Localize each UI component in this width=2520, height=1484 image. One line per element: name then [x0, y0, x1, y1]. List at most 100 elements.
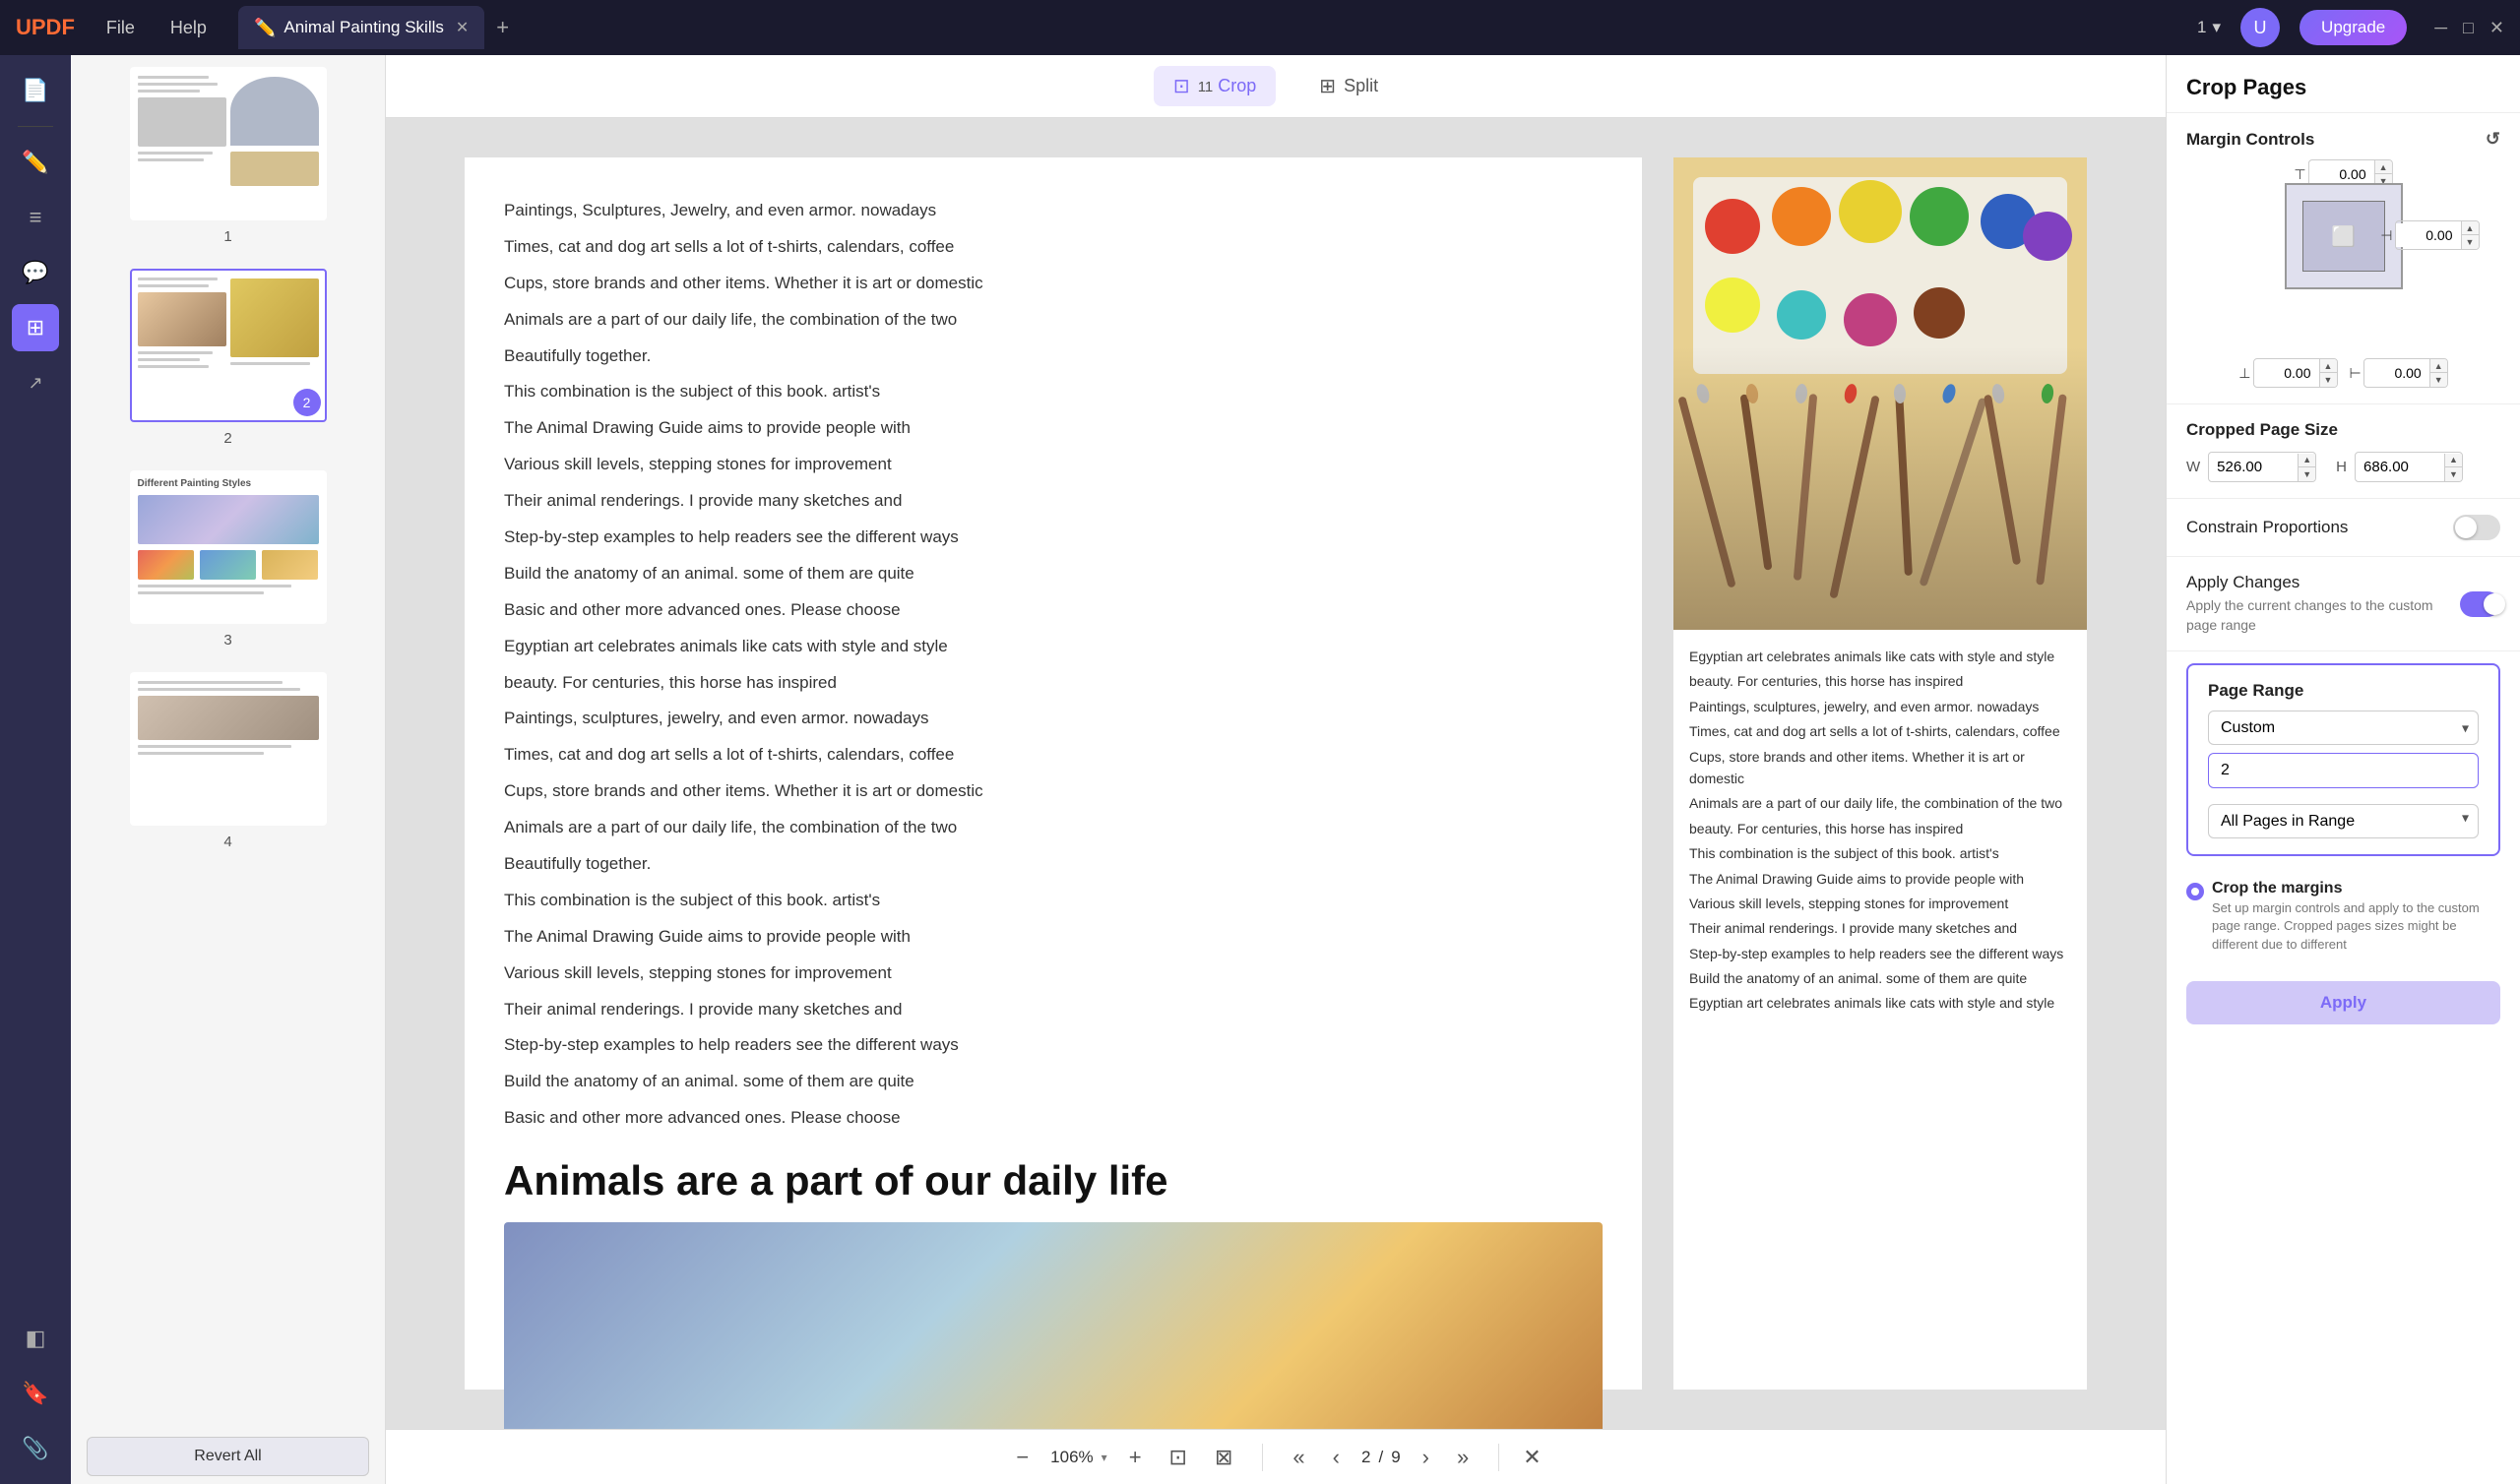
crop-margins-radio[interactable]: Crop the margins Set up margin controls … — [2186, 880, 2500, 954]
right-margin-up[interactable]: ▲ — [2461, 221, 2479, 235]
export-tool-icon[interactable]: ↗ — [12, 359, 59, 406]
apply-changes-section: Apply Changes Apply the current changes … — [2167, 557, 2520, 651]
prev-page-button[interactable]: ‹ — [1327, 1439, 1346, 1476]
doc-text-line: beauty. For centuries, this horse has in… — [504, 669, 1603, 698]
zoom-out-button[interactable]: − — [1010, 1439, 1035, 1476]
right-text-line: Build the anatomy of an animal. some of … — [1689, 967, 2071, 989]
left-margin-spinners: ▲ ▼ — [2429, 359, 2447, 387]
split-icon: ⊞ — [1319, 74, 1336, 98]
apply-changes-text: Apply Changes Apply the current changes … — [2186, 573, 2460, 635]
comment-tool-icon[interactable]: 💬 — [12, 249, 59, 296]
radio-dot-inner — [2191, 888, 2199, 896]
page-icon: ⬜ — [2303, 202, 2384, 271]
crop-tool-button[interactable]: ⊡ 11 Crop — [1154, 66, 1276, 106]
organize-tool-icon[interactable]: ⊞ — [12, 304, 59, 351]
apply-button[interactable]: Apply — [2186, 981, 2500, 1024]
right-text-line: Cups, store brands and other items. Whet… — [1689, 746, 2071, 790]
minimize-button[interactable]: ─ — [2434, 18, 2447, 38]
bottom-margin-input[interactable] — [2254, 361, 2317, 385]
thumbnail-panel: 1 — [71, 55, 386, 1484]
constrain-toggle[interactable] — [2453, 515, 2500, 540]
doc-text-line: Beautifully together. — [504, 342, 1603, 371]
doc-text-line: Various skill levels, stepping stones fo… — [504, 451, 1603, 479]
apply-changes-row: Apply Changes Apply the current changes … — [2186, 573, 2500, 635]
tab-close-icon[interactable]: ✕ — [456, 18, 469, 37]
close-toolbar-button[interactable]: ✕ — [1523, 1445, 1541, 1470]
page-range-select[interactable]: Custom All Pages Odd Pages Even Pages — [2208, 711, 2479, 745]
revert-all-button[interactable]: Revert All — [87, 1437, 369, 1476]
crop-margins-label: Crop the margins — [2212, 880, 2500, 897]
doc-text-line: This combination is the subject of this … — [504, 378, 1603, 406]
page-range-section: Page Range Custom All Pages Odd Pages Ev… — [2186, 663, 2500, 856]
width-input[interactable] — [2209, 453, 2298, 481]
thumbnail-4[interactable]: 4 — [71, 660, 385, 862]
last-page-button[interactable]: » — [1451, 1439, 1475, 1476]
page-range-label: Page Range — [2208, 681, 2479, 701]
maximize-button[interactable]: □ — [2463, 18, 2474, 38]
thumbnail-1[interactable]: 1 — [71, 55, 385, 257]
close-window-button[interactable]: ✕ — [2489, 18, 2504, 38]
reset-margins-button[interactable]: ↺ — [2486, 129, 2500, 150]
doc-heading: Animals are a part of our daily life — [504, 1156, 1603, 1206]
edit-tool-icon[interactable]: ≡ — [12, 194, 59, 241]
active-tab[interactable]: ✏️ Animal Painting Skills ✕ — [238, 6, 484, 49]
doc-text-line: Their animal renderings. I provide many … — [504, 487, 1603, 516]
left-margin-up[interactable]: ▲ — [2429, 359, 2447, 373]
zoom-dropdown-arrow[interactable]: ▾ — [1102, 1451, 1107, 1464]
next-page-button[interactable]: › — [1417, 1439, 1435, 1476]
right-text-line: Their animal renderings. I provide many … — [1689, 917, 2071, 939]
page-indicator: 2 / 9 — [1361, 1448, 1401, 1467]
highlight-tool-icon[interactable]: ✏️ — [12, 139, 59, 186]
tab-edit-icon: ✏️ — [254, 18, 276, 38]
page-range-input[interactable] — [2208, 753, 2479, 788]
width-down[interactable]: ▼ — [2298, 467, 2315, 481]
thumb-content-3: Different Painting Styles — [132, 472, 325, 622]
page-nav-arrow[interactable]: ▾ — [2213, 18, 2222, 37]
top-margin-up[interactable]: ▲ — [2374, 160, 2392, 174]
layers-tool-icon[interactable]: ◧ — [12, 1315, 59, 1362]
bottom-margin-icon: ⊥ — [2238, 365, 2250, 382]
bottom-margin-down[interactable]: ▼ — [2319, 373, 2337, 387]
width-up[interactable]: ▲ — [2298, 454, 2315, 467]
right-margin-spinners: ▲ ▼ — [2461, 221, 2479, 249]
bottom-navigation: − 106% ▾ + ⊡ ⊠ « ‹ 2 / 9 › » ✕ — [386, 1429, 2166, 1484]
fit-width-button[interactable]: ⊡ — [1164, 1439, 1193, 1476]
thumb-content-4 — [132, 674, 325, 824]
left-margin-input-group: ▲ ▼ — [2363, 358, 2448, 388]
file-menu[interactable]: File — [94, 14, 147, 42]
right-margin-down[interactable]: ▼ — [2461, 235, 2479, 249]
attachment-tool-icon[interactable]: 📎 — [12, 1425, 59, 1472]
width-spinners: ▲ ▼ — [2298, 454, 2315, 481]
document-tool-icon[interactable]: 📄 — [12, 67, 59, 114]
doc-text-lines: Paintings, Sculptures, Jewelry, and even… — [504, 197, 1603, 1133]
thumb-label-1: 1 — [223, 228, 231, 245]
new-tab-button[interactable]: + — [496, 15, 509, 40]
all-pages-in-range-select[interactable]: All Pages in Range Odd Pages in Range Ev… — [2208, 804, 2479, 838]
split-tool-button[interactable]: ⊞ Split — [1299, 66, 1398, 106]
fit-page-button[interactable]: ⊠ — [1209, 1439, 1238, 1476]
bottom-margin-up[interactable]: ▲ — [2319, 359, 2337, 373]
doc-text-line: Basic and other more advanced ones. Plea… — [504, 596, 1603, 625]
apply-changes-toggle[interactable] — [2460, 591, 2500, 617]
thumbnail-3[interactable]: Different Painting Styles 3 — [71, 459, 385, 660]
doc-text-line: Build the anatomy of an animal. some of … — [504, 1068, 1603, 1096]
right-margin-input[interactable] — [2396, 223, 2459, 247]
height-up[interactable]: ▲ — [2444, 454, 2462, 467]
bookmark-tool-icon[interactable]: 🔖 — [12, 1370, 59, 1417]
first-page-button[interactable]: « — [1287, 1439, 1310, 1476]
upgrade-button[interactable]: Upgrade — [2300, 10, 2407, 45]
right-page-image — [1673, 157, 2087, 630]
help-menu[interactable]: Help — [158, 14, 219, 42]
height-input[interactable] — [2356, 453, 2444, 481]
thumbnail-2[interactable]: 2 2 — [71, 257, 385, 459]
left-margin-input[interactable] — [2364, 361, 2427, 385]
left-margin-down[interactable]: ▼ — [2429, 373, 2447, 387]
zoom-in-button[interactable]: + — [1123, 1439, 1148, 1476]
nav-divider — [1262, 1444, 1263, 1471]
tab-area: ✏️ Animal Painting Skills ✕ + — [238, 6, 509, 49]
size-row: W ▲ ▼ H ▲ ▼ — [2186, 452, 2500, 482]
document-page[interactable]: Paintings, Sculptures, Jewelry, and even… — [386, 118, 2166, 1429]
height-down[interactable]: ▼ — [2444, 467, 2462, 481]
toolbar-divider-1 — [18, 126, 53, 127]
user-avatar[interactable]: U — [2240, 8, 2280, 47]
